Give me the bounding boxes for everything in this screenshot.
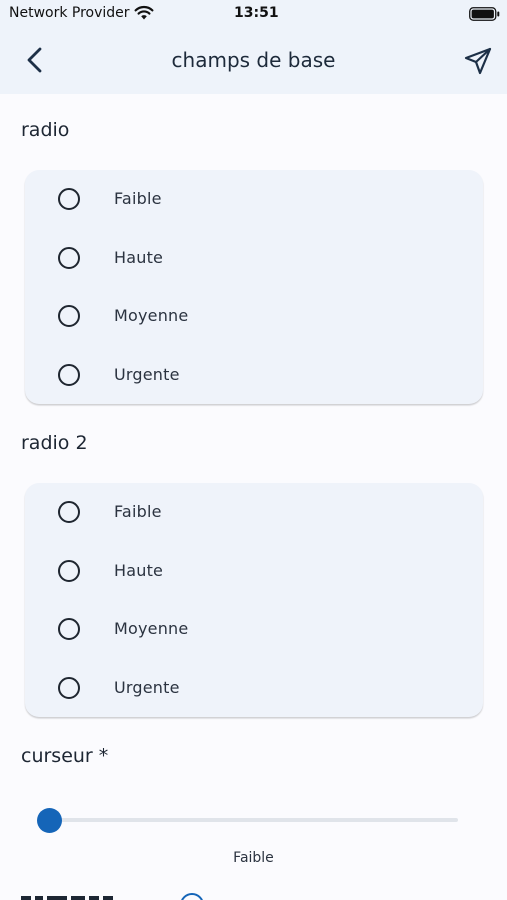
page-title: champs de base xyxy=(171,48,336,72)
radio-option-haute[interactable]: Haute xyxy=(25,542,483,600)
radio-group-2-label: radio 2 xyxy=(21,432,88,454)
radio-option-moyenne[interactable]: Moyenne xyxy=(25,600,483,658)
radio-group-2-card: Faible Haute Moyenne Urgente xyxy=(25,483,483,717)
radio-button[interactable] xyxy=(58,677,80,699)
radio-option-label: Urgente xyxy=(114,365,180,384)
radio-option-haute[interactable]: Haute xyxy=(25,229,483,287)
radio-option-label: Faible xyxy=(114,502,162,521)
status-time: 13:51 xyxy=(234,5,279,21)
radio-button[interactable] xyxy=(58,247,80,269)
status-bar: Network Provider 13:51 xyxy=(0,0,507,28)
slider-thumb[interactable] xyxy=(37,808,62,833)
radio-option-urgente[interactable]: Urgente xyxy=(25,659,483,717)
next-field-control[interactable] xyxy=(180,893,204,900)
slider-track[interactable] xyxy=(49,818,458,822)
radio-button[interactable] xyxy=(58,305,80,327)
radio-button[interactable] xyxy=(58,501,80,523)
battery-icon xyxy=(469,7,500,21)
slider-value-label: Faible xyxy=(233,850,274,866)
radio-option-urgente[interactable]: Urgente xyxy=(25,346,483,404)
radio-option-label: Faible xyxy=(114,189,162,208)
radio-option-label: Moyenne xyxy=(114,306,189,325)
next-field-label-cutoff xyxy=(21,896,113,900)
radio-option-label: Urgente xyxy=(114,678,180,697)
radio-button[interactable] xyxy=(58,364,80,386)
radio-option-moyenne[interactable]: Moyenne xyxy=(25,287,483,345)
radio-group-label: radio xyxy=(21,119,70,141)
nav-bar: champs de base xyxy=(0,28,507,94)
radio-option-faible[interactable]: Faible xyxy=(25,170,483,228)
radio-option-label: Haute xyxy=(114,561,164,580)
radio-option-label: Haute xyxy=(114,248,164,267)
radio-group-card: Faible Haute Moyenne Urgente xyxy=(25,170,483,404)
radio-option-faible[interactable]: Faible xyxy=(25,483,483,541)
radio-button[interactable] xyxy=(58,188,80,210)
radio-button[interactable] xyxy=(58,618,80,640)
send-button[interactable] xyxy=(462,46,494,76)
slider-label: curseur * xyxy=(21,745,109,767)
wifi-icon xyxy=(134,5,154,20)
carrier-name: Network Provider xyxy=(9,5,130,21)
radio-option-label: Moyenne xyxy=(114,619,189,638)
send-icon xyxy=(464,47,492,75)
radio-button[interactable] xyxy=(58,560,80,582)
